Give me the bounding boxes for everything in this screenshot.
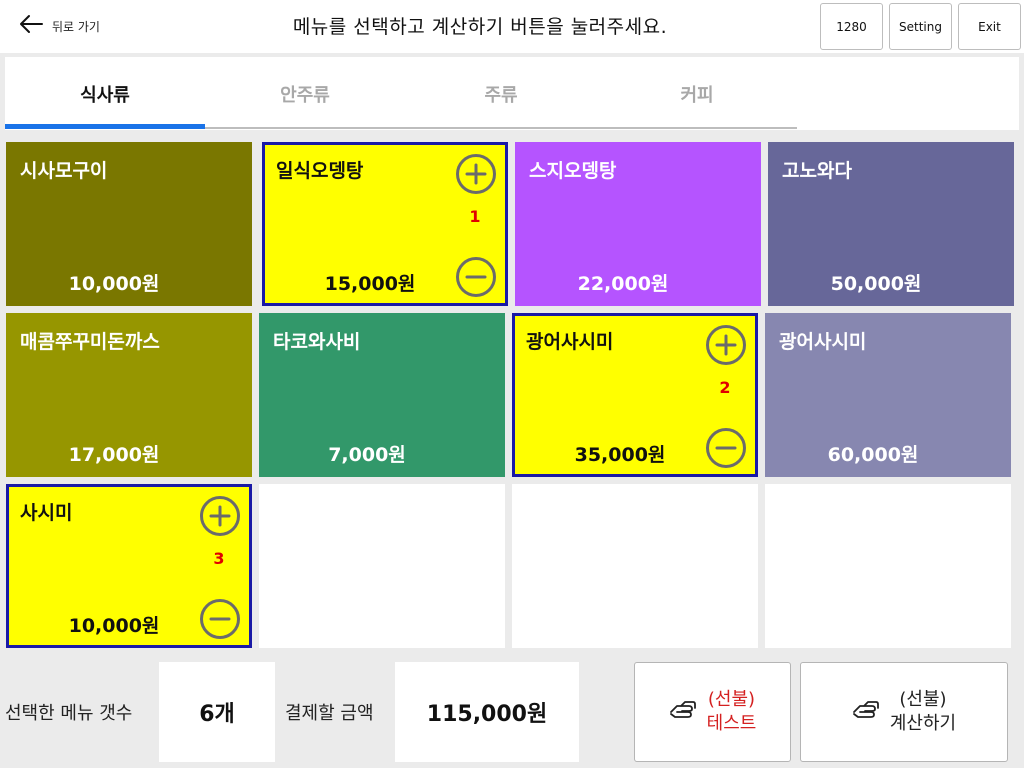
empty-menu-slot	[259, 484, 505, 648]
menu-count-label: 선택한 메뉴 갯수	[5, 703, 133, 724]
test-button-line2: 테스트	[706, 713, 757, 734]
menu-name: 스지오뎅탕	[529, 160, 617, 182]
menu-card[interactable]: 타코와사비 7,000원	[259, 313, 505, 477]
empty-menu-slot	[765, 484, 1011, 648]
test-button-line1: (선불)	[707, 689, 756, 710]
tab-snacks[interactable]: 안주류	[205, 57, 405, 130]
checkout-button-line2: 계산하기	[889, 713, 957, 734]
menu-price: 10,000원	[68, 615, 160, 637]
menu-name: 고노와다	[782, 160, 852, 182]
arrow-left-icon	[18, 14, 44, 38]
menu-price: 17,000원	[68, 444, 160, 466]
menu-card[interactable]: 매콤쭈꾸미돈까스 17,000원	[6, 313, 252, 477]
menu-price: 50,000원	[830, 273, 922, 295]
category-tabs: 식사류 안주류 주류 커피	[5, 57, 1019, 130]
menu-card[interactable]: 고노와다 50,000원	[768, 142, 1014, 306]
menu-card[interactable]: 사시미 3 10,000원	[6, 484, 252, 648]
plus-circle-icon[interactable]	[200, 496, 240, 536]
payment-amount-value: 115,000원	[395, 662, 579, 762]
quantity-count: 2	[719, 378, 731, 397]
checkout-button-label: (선불) 계산하기	[890, 688, 956, 736]
empty-menu-slot	[512, 484, 758, 648]
plus-circle-icon[interactable]	[456, 154, 496, 194]
menu-price: 15,000원	[324, 273, 416, 295]
test-button-label: (선불) 테스트	[707, 688, 757, 736]
menu-name: 광어사시미	[779, 331, 867, 353]
plus-circle-icon[interactable]	[706, 325, 746, 365]
prepaid-test-button[interactable]: (선불) 테스트	[634, 662, 791, 762]
menu-name: 광어사시미	[526, 331, 614, 353]
menu-price: 10,000원	[68, 273, 160, 295]
menu-name: 매콤쭈꾸미돈까스	[20, 331, 160, 353]
active-tab-indicator	[5, 124, 205, 129]
menu-name: 사시미	[20, 502, 73, 524]
menu-name: 일식오뎅탕	[276, 160, 364, 182]
payment-amount-label: 결제할 금액	[285, 703, 374, 724]
back-label: 뒤로 가기	[52, 19, 100, 34]
menu-price: 60,000원	[827, 444, 919, 466]
page-title: 메뉴를 선택하고 계산하기 버튼을 눌러주세요.	[292, 16, 668, 38]
menu-name: 시사모구이	[20, 160, 108, 182]
setting-button[interactable]: Setting	[889, 3, 952, 50]
exit-button[interactable]: Exit	[958, 3, 1021, 50]
prepaid-checkout-button[interactable]: (선불) 계산하기	[800, 662, 1008, 762]
menu-price: 22,000원	[577, 273, 669, 295]
menu-count-value: 6개	[159, 662, 275, 762]
quantity-count: 3	[213, 549, 225, 568]
tab-coffee[interactable]: 커피	[597, 57, 797, 130]
tab-liquor[interactable]: 주류	[401, 57, 601, 130]
menu-card[interactable]: 광어사시미 2 35,000원	[512, 313, 758, 477]
hand-pay-icon	[669, 700, 697, 724]
quantity-count: 1	[469, 207, 481, 226]
menu-price: 35,000원	[574, 444, 666, 466]
menu-card[interactable]: 광어사시미 60,000원	[765, 313, 1011, 477]
menu-name: 타코와사비	[273, 331, 361, 353]
menu-price: 7,000원	[328, 444, 406, 466]
checkout-button-line1: (선불)	[899, 689, 947, 710]
tab-meals[interactable]: 식사류	[5, 57, 205, 130]
menu-card[interactable]: 일식오뎅탕 1 15,000원	[262, 142, 508, 306]
menu-card[interactable]: 스지오뎅탕 22,000원	[515, 142, 761, 306]
hand-pay-icon	[852, 700, 880, 724]
top-bar: 뒤로 가기 메뉴를 선택하고 계산하기 버튼을 눌러주세요. 1280 Sett…	[0, 0, 1024, 53]
menu-card[interactable]: 시사모구이 10,000원	[6, 142, 252, 306]
back-button[interactable]: 뒤로 가기	[18, 12, 100, 40]
resolution-button[interactable]: 1280	[820, 3, 883, 50]
